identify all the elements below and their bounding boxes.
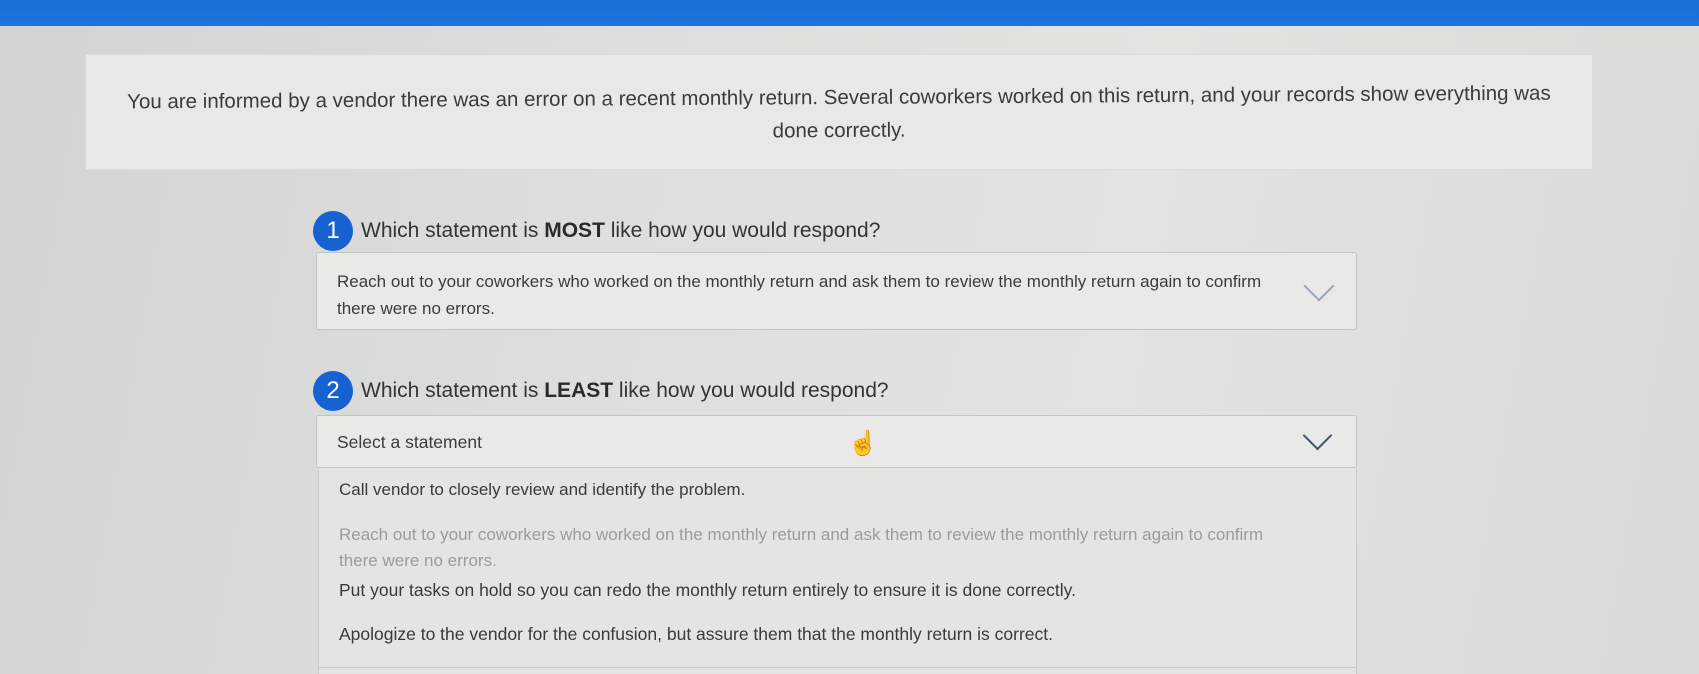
most-statement-select[interactable]: Reach out to your coworkers who worked o…: [316, 252, 1357, 330]
least-statement-select[interactable]: Select a statement: [316, 415, 1357, 468]
option-reach-out-coworkers: Reach out to your coworkers who worked o…: [339, 525, 1264, 570]
hand-pointer-icon: ☝: [848, 430, 878, 457]
question-1: 1 Which statement is MOST like how you w…: [313, 211, 880, 251]
question-number-badge: 1: [313, 211, 353, 251]
options-bottom-border: [318, 667, 1357, 668]
chevron-down-icon[interactable]: [1303, 270, 1335, 302]
question-1-suffix: like how you would respond?: [604, 219, 881, 242]
question-2: 2 Which statement is LEAST like how you …: [313, 371, 889, 411]
top-bar: [0, 0, 1699, 26]
question-number-badge: 2: [313, 371, 353, 411]
least-statement-placeholder: Select a statement: [337, 432, 482, 452]
scenario-panel: You are informed by a vendor there was a…: [85, 54, 1593, 170]
question-2-text: Which statement is LEAST like how you wo…: [361, 379, 889, 403]
question-2-prefix: Which statement is: [361, 379, 545, 402]
question-2-emphasis: LEAST: [544, 379, 614, 402]
most-statement-selected-value: Reach out to your coworkers who worked o…: [337, 272, 1262, 318]
question-1-text: Which statement is MOST like how you wou…: [361, 219, 880, 243]
least-statement-options: Call vendor to closely review and identi…: [318, 468, 1357, 674]
option-put-tasks-on-hold[interactable]: Put your tasks on hold so you can redo t…: [339, 577, 1299, 603]
scenario-text: You are informed by a vendor there was a…: [127, 81, 1551, 143]
option-call-vendor[interactable]: Call vendor to closely review and identi…: [339, 477, 1299, 503]
question-2-suffix: like how you would respond?: [613, 379, 889, 402]
option-apologize-to-vendor[interactable]: Apologize to the vendor for the confusio…: [339, 621, 1299, 647]
chevron-down-icon[interactable]: [1302, 420, 1333, 451]
question-1-emphasis: MOST: [544, 219, 605, 242]
question-1-prefix: Which statement is: [361, 219, 545, 242]
